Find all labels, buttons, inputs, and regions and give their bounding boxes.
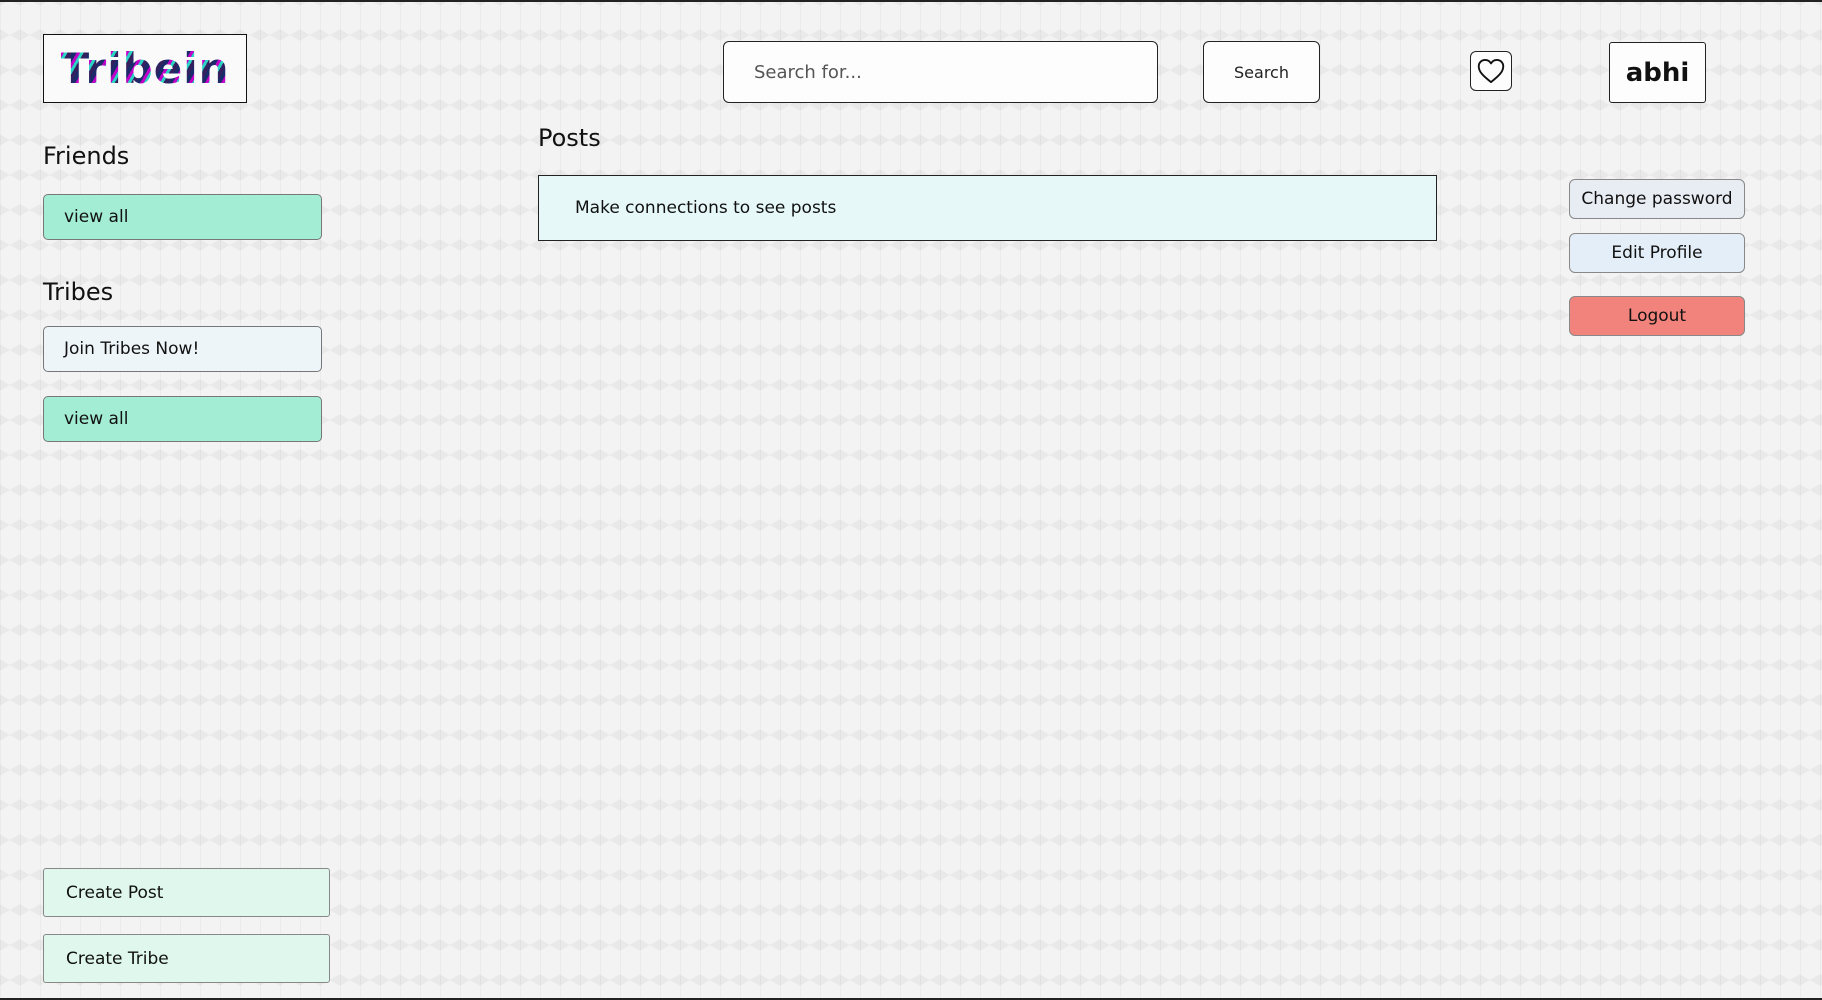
logout-button[interactable]: Logout <box>1569 296 1745 336</box>
favorites-button[interactable] <box>1470 51 1512 91</box>
search-input[interactable] <box>723 41 1158 103</box>
tribes-title: Tribes <box>43 278 114 306</box>
friends-title: Friends <box>43 142 130 170</box>
friends-view-all-label: view all <box>64 207 129 227</box>
edit-profile-label: Edit Profile <box>1611 243 1703 263</box>
posts-empty-state: Make connections to see posts <box>538 175 1437 241</box>
logout-label: Logout <box>1627 306 1687 326</box>
friends-view-all-button[interactable]: view all <box>43 194 322 240</box>
posts-title: Posts <box>538 124 601 152</box>
search-button[interactable]: Search <box>1203 41 1320 103</box>
join-tribes-button[interactable]: Join Tribes Now! <box>43 326 322 372</box>
posts-empty-message: Make connections to see posts <box>575 198 837 218</box>
heart-icon <box>1477 58 1505 84</box>
join-tribes-label: Join Tribes Now! <box>64 339 200 359</box>
search-button-label: Search <box>1234 62 1289 82</box>
create-tribe-button[interactable]: Create Tribe <box>43 934 330 983</box>
change-password-label: Change password <box>1581 189 1733 209</box>
tribes-view-all-button[interactable]: view all <box>43 396 322 442</box>
create-post-button[interactable]: Create Post <box>43 868 330 917</box>
create-post-label: Create Post <box>66 882 164 903</box>
tribes-view-all-label: view all <box>64 409 129 429</box>
create-tribe-label: Create Tribe <box>66 948 169 969</box>
user-profile-button[interactable]: abhi <box>1609 42 1706 103</box>
logo-text: Tribein <box>60 44 230 93</box>
username: abhi <box>1625 57 1690 88</box>
edit-profile-button[interactable]: Edit Profile <box>1569 233 1745 273</box>
change-password-button[interactable]: Change password <box>1569 179 1745 219</box>
logo[interactable]: Tribein <box>43 34 247 103</box>
